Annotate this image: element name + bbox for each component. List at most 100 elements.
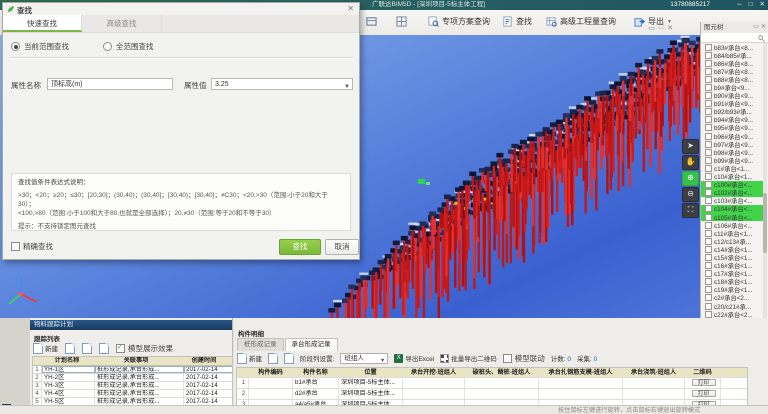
tree-item-checkbox[interactable]	[705, 133, 712, 140]
tree-item-checkbox[interactable]	[705, 189, 712, 196]
float-icon[interactable]: □	[659, 24, 663, 32]
tree-item-checkbox[interactable]	[705, 100, 712, 107]
property-value-select[interactable]: 3.25 ▼	[211, 78, 353, 90]
zoom-in-icon[interactable]: ⊕	[682, 171, 699, 186]
tree-close-icon[interactable]: ✕	[761, 22, 766, 33]
cell-plan-name[interactable]: YH-2区	[42, 374, 95, 381]
tree-item-checkbox[interactable]	[705, 303, 712, 310]
col-comp-code[interactable]: 构件编码	[249, 368, 293, 377]
tree-item-checkbox[interactable]	[705, 173, 712, 180]
pin-icon[interactable]: ▭	[648, 24, 655, 32]
dialog-close-icon[interactable]: ✕	[347, 4, 354, 13]
tree-item-checkbox[interactable]	[705, 254, 712, 261]
export-excel-button[interactable]: X 导出Excel	[394, 353, 434, 363]
tree-item-checkbox[interactable]	[705, 44, 712, 51]
maximize-button[interactable]: □	[749, 0, 753, 10]
tree-item-checkbox[interactable]	[705, 197, 712, 204]
table-row[interactable]: 1 YH-1区 桩形成记录,承台形成... 2017-02-14	[33, 366, 232, 374]
close-button[interactable]: ✕	[760, 0, 765, 10]
minimize-button[interactable]: ─	[737, 0, 742, 10]
fit-view-icon[interactable]: ⛶	[682, 203, 699, 218]
tree-item-checkbox[interactable]	[705, 294, 712, 301]
cell-comp-name[interactable]: d2#承台	[293, 389, 339, 399]
cell-plan-name[interactable]: YH-3区	[42, 382, 95, 389]
tree-item-checkbox[interactable]	[705, 60, 712, 67]
tree-item-checkbox[interactable]	[705, 124, 712, 131]
tree-item-checkbox[interactable]	[705, 92, 712, 99]
tree-item-checkbox[interactable]	[705, 108, 712, 115]
tree-item-checkbox[interactable]	[705, 52, 712, 59]
tree-scrollbar[interactable]	[763, 43, 767, 326]
tree-item-checkbox[interactable]	[705, 222, 712, 229]
export-qrcode-button[interactable]: 批量导出二维码	[440, 353, 497, 363]
print-button[interactable]: 打印	[692, 390, 716, 397]
find-confirm-button[interactable]: 查找	[279, 239, 321, 255]
cell-plan-name[interactable]: YH-5区	[42, 398, 95, 405]
special-plan-query-button[interactable]: 专项方案查询	[424, 13, 494, 30]
tree-item-checkbox[interactable]	[705, 76, 712, 83]
tab-cap-record[interactable]: 承台形成记录	[285, 338, 338, 351]
tree-search-box[interactable]	[701, 33, 768, 43]
tab-quick-find[interactable]: 快速查找	[3, 15, 82, 32]
zoom-out-icon[interactable]: ⊖	[682, 187, 699, 202]
tree-item-checkbox[interactable]	[705, 116, 712, 123]
exact-find-checkbox[interactable]: 精确查找	[11, 241, 53, 252]
find-button[interactable]: 查找	[498, 13, 536, 30]
model-effect-checkbox[interactable]: 模型展示效果	[116, 343, 173, 354]
cell-location[interactable]: 深圳项目-5标主体...	[339, 378, 403, 388]
tree-item-checkbox[interactable]	[705, 165, 712, 172]
table-row[interactable]: 3 YH-3区 桩形成记录,承台形成... 2017-02-14	[33, 382, 232, 390]
detail-delete-icon[interactable]	[284, 353, 294, 364]
cell-pour-crew[interactable]	[623, 378, 685, 388]
tracking-new-button[interactable]: 新建	[33, 343, 58, 354]
advanced-quantity-query-button[interactable]: 高级工程量查询	[542, 13, 620, 30]
cell-related-items[interactable]: 桩形成记录,承台形成...	[95, 366, 184, 373]
cell-comp-code[interactable]	[249, 378, 293, 388]
cell-plan-name[interactable]: YH-1区	[42, 366, 95, 373]
cell-create-time[interactable]: 2017-02-14	[184, 398, 233, 405]
cancel-button[interactable]: 取消	[325, 239, 359, 255]
tree-item-checkbox[interactable]	[705, 149, 712, 156]
cell-pilehead-crew[interactable]	[465, 389, 539, 399]
table-row[interactable]: 2 YH-2区 桩形成记录,承台形成... 2017-02-14	[33, 374, 232, 382]
print-button[interactable]: 打印	[692, 379, 716, 386]
select-cursor-icon[interactable]: ➤	[682, 139, 699, 154]
tree-item-checkbox[interactable]	[705, 205, 712, 212]
tree-item-checkbox[interactable]	[705, 181, 712, 188]
col-excavation-crew[interactable]: 承台开挖-班组人	[403, 368, 465, 377]
cell-create-time[interactable]: 2017-02-14	[184, 366, 233, 373]
cell-excavation-crew[interactable]	[403, 389, 465, 399]
tree-item-checkbox[interactable]	[705, 238, 712, 245]
cell-location[interactable]: 深圳项目-5标主体...	[339, 389, 403, 399]
property-name-input[interactable]: 顶标高(m)	[47, 78, 173, 90]
col-create-time[interactable]: 创建时间	[180, 357, 228, 365]
col-location[interactable]: 位置	[339, 368, 403, 377]
col-related-items[interactable]: 关联事项	[93, 357, 180, 365]
pan-hand-icon[interactable]: ✋	[682, 155, 699, 170]
radio-full-scope[interactable]: 全范围查找	[103, 41, 154, 52]
tree-item-checkbox[interactable]	[705, 68, 712, 75]
tab-pile-record[interactable]: 桩形成记录	[237, 338, 284, 351]
tree-item-checkbox[interactable]	[705, 311, 712, 318]
tracking-delete-icon[interactable]	[99, 343, 109, 354]
tree-item-checkbox[interactable]	[705, 246, 712, 253]
view-tool-button[interactable]	[362, 13, 381, 30]
cell-pilehead-crew[interactable]	[465, 378, 539, 388]
col-pour-crew[interactable]: 承台浇筑-班组人	[623, 368, 685, 377]
tab-advanced-find[interactable]: 高级查找	[82, 15, 162, 32]
col-rebar-crew[interactable]: 承台扎钢筋支模-班组人	[539, 368, 623, 377]
tracking-panel-title[interactable]: 物料跟踪计划	[30, 320, 232, 330]
tree-item-checkbox[interactable]	[705, 262, 712, 269]
col-comp-name[interactable]: 构件名称	[293, 368, 339, 377]
cell-related-items[interactable]: 桩形成记录,承台形成...	[95, 398, 184, 405]
detail-edit-icon[interactable]	[268, 353, 278, 364]
grid-tool-button[interactable]	[392, 13, 411, 30]
column-setting-select[interactable]: 班组人 ▼	[340, 353, 388, 364]
col-plan-name[interactable]: 计划名称	[42, 357, 93, 365]
tree-item-checkbox[interactable]	[705, 157, 712, 164]
col-qrcode[interactable]: 二维码	[685, 368, 721, 377]
tracking-edit-icon[interactable]	[65, 343, 75, 354]
cell-create-time[interactable]: 2017-02-14	[184, 374, 233, 381]
cell-create-time[interactable]: 2017-02-14	[184, 390, 233, 397]
tree-item-checkbox[interactable]	[705, 214, 712, 221]
